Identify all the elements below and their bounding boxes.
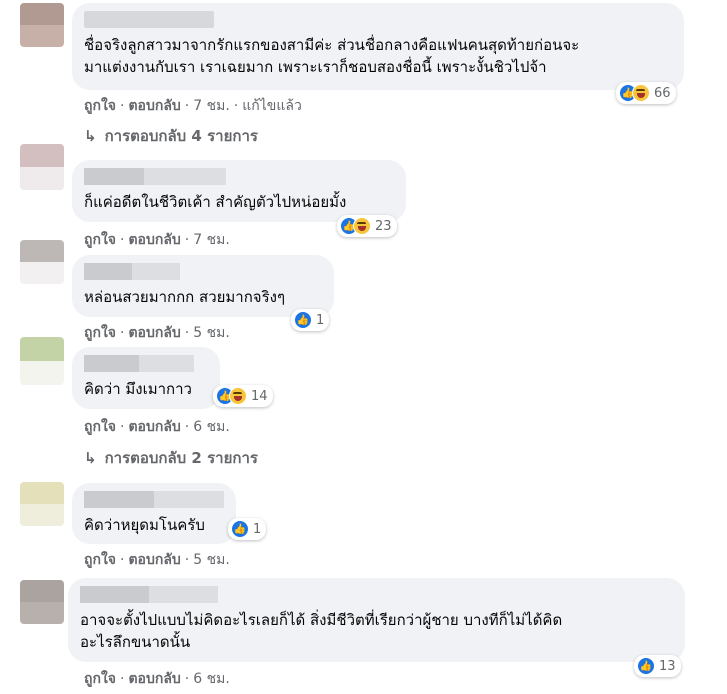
comment-text: ชื่อจริงลูกสาวมาจากรักแรกของสามีค่ะ ส่วน… <box>84 36 580 54</box>
avatar[interactable] <box>20 3 64 47</box>
reaction-summary[interactable]: 👍 14 <box>213 385 273 407</box>
comment-bubble: คิดว่า มึงเมากาว <box>72 347 220 409</box>
haha-icon <box>353 217 371 235</box>
avatar[interactable] <box>20 337 64 385</box>
reply-button[interactable]: ตอบกลับ <box>128 552 180 568</box>
comment-actions: ถูกใจ · ตอบกลับ · 7 ชม. · แก้ไขแล้ว <box>84 98 302 114</box>
comment-text: หล่อนสวยมากกก สวยมากจริงๆ <box>84 288 286 306</box>
timestamp[interactable]: 6 ชม. <box>193 671 230 687</box>
comment-text: คิดว่าหยุดมโนครับ <box>84 516 205 534</box>
redacted-author-name[interactable] <box>84 11 214 28</box>
view-replies-link[interactable]: ↳ การตอบกลับ 2 รายการ <box>84 446 258 470</box>
avatar[interactable] <box>20 240 64 284</box>
like-button[interactable]: ถูกใจ <box>84 671 116 687</box>
like-icon: 👍 <box>231 520 249 538</box>
redacted-author-name[interactable] <box>84 263 180 280</box>
reply-button[interactable]: ตอบกลับ <box>128 671 180 687</box>
reaction-count: 66 <box>654 85 671 101</box>
comment-actions: ถูกใจ · ตอบกลับ · 5 ชม. <box>84 325 230 341</box>
timestamp[interactable]: 6 ชม. <box>193 419 230 435</box>
reply-arrow-icon: ↳ <box>84 449 97 467</box>
comment-text: คิดว่า มึงเมากาว <box>84 380 192 398</box>
edited-label[interactable]: แก้ไขแล้ว <box>242 98 302 114</box>
timestamp[interactable]: 7 ชม. <box>193 232 230 248</box>
avatar[interactable] <box>20 482 64 526</box>
avatar[interactable] <box>20 144 64 190</box>
like-button[interactable]: ถูกใจ <box>84 98 116 114</box>
comment-bubble: ก็แค่อดีตในชีวิตเค้า สำคัญตัวไปหน่อยมั้ง <box>72 160 406 222</box>
timestamp[interactable]: 5 ชม. <box>193 325 230 341</box>
reply-button[interactable]: ตอบกลับ <box>128 232 180 248</box>
like-icon: 👍 <box>294 311 312 329</box>
comment-bubble: คิดว่าหยุดมโนครับ <box>72 483 236 544</box>
like-button[interactable]: ถูกใจ <box>84 232 116 248</box>
timestamp[interactable]: 5 ชม. <box>193 552 230 568</box>
comment-bubble: ชื่อจริงลูกสาวมาจากรักแรกของสามีค่ะ ส่วน… <box>72 3 684 90</box>
avatar[interactable] <box>20 580 64 624</box>
comment-actions: ถูกใจ · ตอบกลับ · 7 ชม. <box>84 232 230 248</box>
reaction-summary[interactable]: 👍 1 <box>291 309 330 331</box>
comment-actions: ถูกใจ · ตอบกลับ · 6 ชม. <box>84 419 230 435</box>
comment-text: อะไรลึกขนาดนั้น <box>80 633 191 651</box>
timestamp[interactable]: 7 ชม. <box>193 98 230 114</box>
reply-button[interactable]: ตอบกลับ <box>128 325 180 341</box>
comment-bubble: หล่อนสวยมากกก สวยมากจริงๆ <box>72 255 334 317</box>
comment-text: ก็แค่อดีตในชีวิตเค้า สำคัญตัวไปหน่อยมั้ง <box>84 193 347 211</box>
redacted-author-name[interactable] <box>80 586 218 603</box>
reaction-count: 1 <box>253 521 262 537</box>
like-button[interactable]: ถูกใจ <box>84 419 116 435</box>
reaction-count: 13 <box>659 658 676 674</box>
comment-text: อาจจะตั้งไปแบบไม่คิดอะไรเลยก็ได้ สิ่งมีช… <box>80 611 563 629</box>
reaction-count: 23 <box>375 218 392 234</box>
like-button[interactable]: ถูกใจ <box>84 552 116 568</box>
reply-button[interactable]: ตอบกลับ <box>128 98 180 114</box>
haha-icon <box>632 84 650 102</box>
redacted-author-name[interactable] <box>84 168 226 185</box>
comment-actions: ถูกใจ · ตอบกลับ · 6 ชม. <box>84 671 230 687</box>
reaction-summary[interactable]: 👍 23 <box>337 215 397 237</box>
reaction-count: 14 <box>251 388 268 404</box>
view-replies-link[interactable]: ↳ การตอบกลับ 4 รายการ <box>84 124 258 148</box>
reply-arrow-icon: ↳ <box>84 127 97 145</box>
comment-actions: ถูกใจ · ตอบกลับ · 5 ชม. <box>84 552 230 568</box>
reply-button[interactable]: ตอบกลับ <box>128 419 180 435</box>
comment-text: มาแต่งงานกับเรา เราเฉยมาก เพราะเราก็ชอบส… <box>84 58 547 76</box>
like-icon: 👍 <box>637 657 655 675</box>
reaction-summary[interactable]: 👍 13 <box>634 655 681 677</box>
redacted-author-name[interactable] <box>84 491 224 508</box>
redacted-author-name[interactable] <box>84 355 194 372</box>
reaction-count: 1 <box>316 312 325 328</box>
reaction-summary[interactable]: 👍 66 <box>616 82 676 104</box>
like-button[interactable]: ถูกใจ <box>84 325 116 341</box>
comment-bubble: อาจจะตั้งไปแบบไม่คิดอะไรเลยก็ได้ สิ่งมีช… <box>68 578 685 662</box>
haha-icon <box>229 387 247 405</box>
reaction-summary[interactable]: 👍 1 <box>228 518 267 540</box>
